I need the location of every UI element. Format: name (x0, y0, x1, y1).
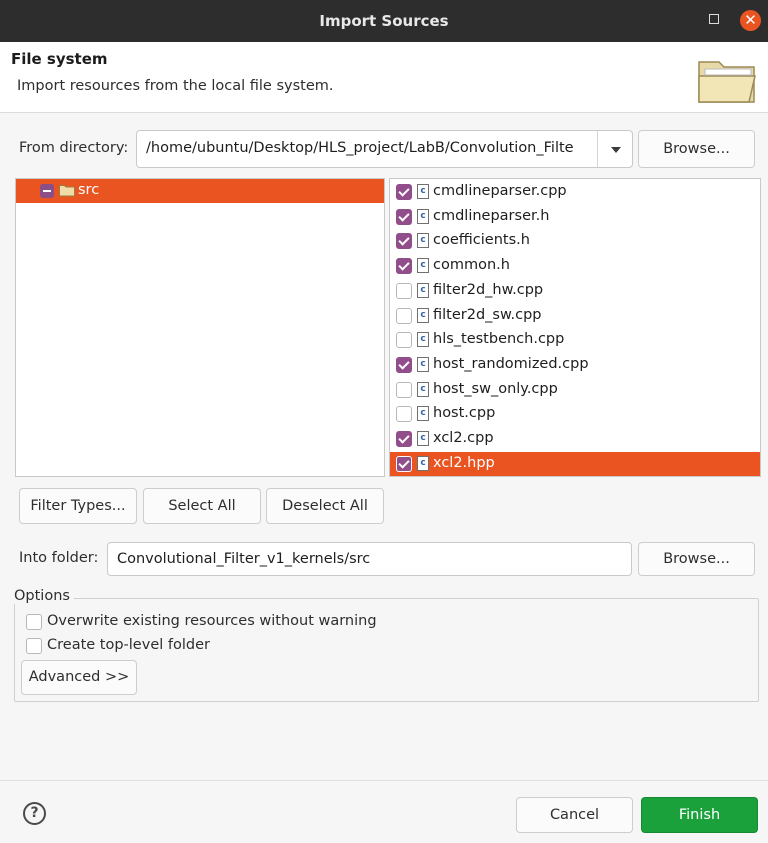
c-file-icon: c (417, 431, 429, 446)
file-list-item[interactable]: c common.h (390, 254, 760, 278)
footer-divider (0, 780, 768, 781)
file-name: xcl2.hpp (433, 454, 495, 471)
file-name: hls_testbench.cpp (433, 331, 565, 348)
tree-item-src[interactable]: src (16, 179, 384, 203)
file-name: host.cpp (433, 405, 496, 422)
c-file-icon: c (417, 184, 429, 199)
close-icon[interactable]: ✕ (740, 10, 761, 31)
select-all-button[interactable]: Select All (143, 488, 261, 524)
browse-folder-button[interactable]: Browse... (638, 542, 755, 576)
file-list[interactable]: c cmdlineparser.cpp c cmdlineparser.h c coeff… (389, 178, 761, 477)
c-file-icon: c (417, 208, 429, 224)
collapse-icon[interactable] (40, 184, 54, 198)
file-checkbox[interactable] (396, 332, 412, 349)
filter-types-button[interactable]: Filter Types... (19, 488, 137, 524)
file-name: filter2d_hw.cpp (433, 281, 544, 298)
file-list-item[interactable]: c xcl2.hpp (390, 451, 760, 476)
tree-item-label: src (78, 182, 100, 198)
file-checkbox[interactable] (396, 431, 412, 447)
file-checkbox[interactable] (396, 381, 412, 398)
top-level-folder-checkbox[interactable]: Create top-level folder (26, 636, 226, 656)
file-list-item[interactable]: c host_sw_only.cpp (390, 378, 760, 402)
file-list-item[interactable]: c xcl2.cpp (390, 427, 760, 451)
file-checkbox[interactable] (396, 184, 412, 200)
file-checkbox[interactable] (396, 233, 412, 250)
file-name: xcl2.cpp (433, 430, 494, 446)
options-label: Options (14, 588, 74, 604)
overwrite-checkbox-label: Overwrite existing resources without war… (47, 613, 377, 629)
folder-tree[interactable]: src (15, 178, 385, 477)
file-name: host_randomized.cpp (433, 355, 589, 372)
folder-icon (59, 185, 75, 197)
cancel-button[interactable]: Cancel (516, 797, 633, 833)
file-list-item[interactable]: c hls_testbench.cpp (390, 328, 760, 352)
file-list-item[interactable]: c coefficients.h (390, 229, 760, 253)
file-checkbox[interactable] (396, 282, 412, 299)
title-bar: Import Sources ✕ (0, 0, 768, 42)
file-checkbox[interactable] (396, 307, 412, 324)
folder-open-icon (698, 61, 756, 103)
into-folder-value[interactable]: Convolutional_Filter_v1_kernels/src (117, 551, 370, 567)
file-list-item[interactable]: c cmdlineparser.h (390, 205, 760, 229)
help-icon[interactable]: ? (23, 802, 46, 825)
c-file-icon: c (417, 282, 429, 298)
from-directory-label: From directory: (19, 140, 129, 156)
page-description: Import resources from the local file sys… (17, 78, 334, 94)
c-file-icon: c (417, 233, 429, 249)
window-title: Import Sources (319, 12, 449, 30)
file-name: cmdlineparser.cpp (433, 183, 567, 199)
file-list-item[interactable]: c filter2d_hw.cpp (390, 279, 760, 303)
c-file-icon: c (417, 307, 429, 323)
file-name: filter2d_sw.cpp (433, 306, 542, 323)
file-list-item[interactable]: c cmdlineparser.cpp (390, 180, 760, 204)
top-level-folder-checkbox-label: Create top-level folder (47, 637, 210, 653)
from-directory-value[interactable]: /home/ubuntu/Desktop/HLS_project/LabB/Co… (146, 140, 596, 156)
c-file-icon: c (417, 381, 429, 397)
wizard-header: File system Import resources from the lo… (0, 42, 768, 113)
c-file-icon: c (417, 332, 429, 348)
c-file-icon: c (417, 406, 429, 422)
chevron-down-icon[interactable] (598, 131, 632, 167)
file-name: coefficients.h (433, 232, 530, 249)
into-folder-input[interactable]: Convolutional_Filter_v1_kernels/src (107, 542, 632, 576)
file-checkbox[interactable] (396, 258, 412, 275)
overwrite-checkbox[interactable]: Overwrite existing resources without war… (26, 612, 386, 632)
file-checkbox[interactable] (396, 208, 412, 225)
file-list-item[interactable]: c host_randomized.cpp (390, 353, 760, 377)
browse-directory-button[interactable]: Browse... (638, 130, 755, 168)
into-folder-label: Into folder: (19, 550, 99, 566)
file-list-item[interactable]: c filter2d_sw.cpp (390, 304, 760, 328)
overwrite-checkbox-box[interactable] (26, 614, 42, 630)
deselect-all-button[interactable]: Deselect All (266, 488, 384, 524)
file-name: common.h (433, 257, 510, 274)
finish-button[interactable]: Finish (641, 797, 758, 833)
file-list-item[interactable]: c host.cpp (390, 402, 760, 426)
file-checkbox[interactable] (396, 356, 412, 373)
c-file-icon: c (417, 258, 429, 274)
file-checkbox[interactable] (396, 406, 412, 423)
from-directory-combo[interactable]: /home/ubuntu/Desktop/HLS_project/LabB/Co… (136, 130, 633, 168)
minimize-icon[interactable] (709, 14, 719, 24)
advanced-button[interactable]: Advanced >> (21, 660, 137, 695)
top-level-folder-checkbox-box[interactable] (26, 638, 42, 654)
file-name: cmdlineparser.h (433, 207, 550, 224)
page-title: File system (11, 50, 108, 68)
c-file-icon: c (417, 455, 429, 471)
file-name: host_sw_only.cpp (433, 380, 558, 397)
c-file-icon: c (417, 356, 429, 372)
file-checkbox[interactable] (396, 455, 412, 472)
